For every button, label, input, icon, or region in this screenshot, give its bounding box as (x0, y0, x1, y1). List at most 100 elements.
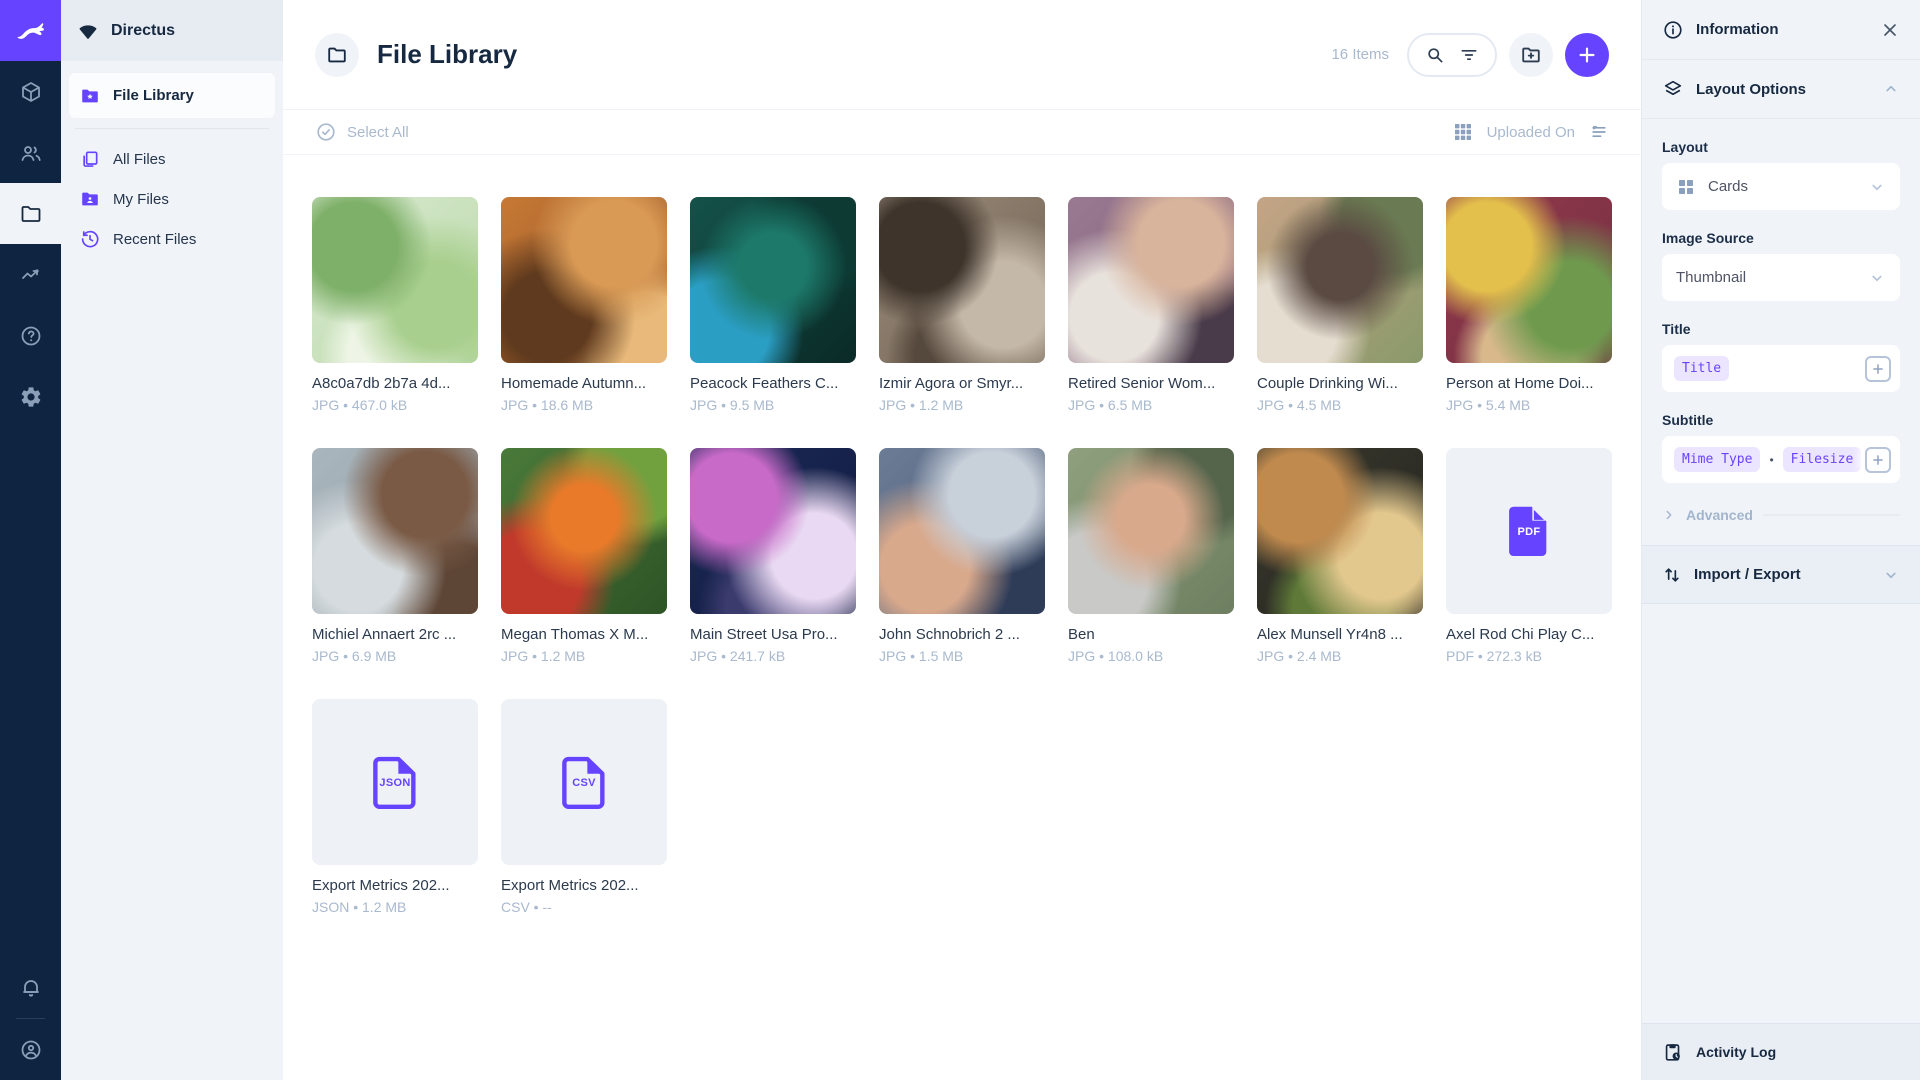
layout-select[interactable]: Cards (1662, 163, 1900, 210)
file-card[interactable]: JSONExport Metrics 202...JSON • 1.2 MB (312, 699, 478, 915)
file-card[interactable]: CSVExport Metrics 202...CSV • -- (501, 699, 667, 915)
main-content: File Library 16 Items (283, 0, 1641, 1080)
file-thumbnail[interactable]: PDF (1446, 448, 1612, 614)
file-meta: JPG • 4.5 MB (1257, 397, 1423, 413)
layout-options-title: Layout Options (1696, 81, 1806, 98)
file-card[interactable]: Alex Munsell Yr4n8 ...JPG • 2.4 MB (1257, 448, 1423, 664)
field-chip[interactable]: Filesize (1783, 447, 1862, 472)
field-chip[interactable]: Title (1674, 356, 1729, 381)
file-name: Izmir Agora or Smyr... (879, 373, 1045, 394)
file-card[interactable]: Person at Home Doi... JPG • 5.4 MB (1446, 197, 1612, 413)
file-thumbnail[interactable] (312, 197, 478, 363)
file-card[interactable]: Peacock Feathers C...JPG • 9.5 MB (690, 197, 856, 413)
module-users[interactable] (0, 122, 61, 183)
file-thumbnail[interactable] (879, 448, 1045, 614)
file-meta: JPG • 5.4 MB (1446, 397, 1612, 413)
field-chip[interactable]: Mime Type (1674, 447, 1760, 472)
file-card[interactable]: Izmir Agora or Smyr...JPG • 1.2 MB (879, 197, 1045, 413)
cards-view-icon[interactable] (1453, 122, 1473, 142)
new-folder-button[interactable] (1509, 33, 1553, 77)
module-rail (0, 0, 61, 1080)
check-circle-icon (315, 121, 337, 143)
subtitle-template-input[interactable]: Mime Type • Filesize (1662, 436, 1900, 483)
module-content[interactable] (0, 61, 61, 122)
file-meta: JPG • 9.5 MB (690, 397, 856, 413)
close-icon[interactable] (1880, 20, 1900, 40)
sidebar-item-label: All Files (113, 151, 166, 168)
add-file-button[interactable] (1565, 33, 1609, 77)
file-meta: JPG • 108.0 kB (1068, 648, 1234, 664)
rail-spacer (0, 427, 61, 957)
user-menu-button[interactable] (0, 1019, 61, 1080)
file-thumbnail[interactable] (1446, 197, 1612, 363)
search-input[interactable] (1407, 33, 1497, 77)
file-card[interactable]: Homemade Autumn...JPG • 18.6 MB (501, 197, 667, 413)
file-thumbnail[interactable] (1068, 448, 1234, 614)
file-card[interactable]: Michiel Annaert 2rc ...JPG • 6.9 MB (312, 448, 478, 664)
activity-log-button[interactable]: Activity Log (1642, 1023, 1920, 1080)
title-template-input[interactable]: Title (1662, 345, 1900, 392)
subtitle-field-label: Subtitle (1662, 412, 1900, 428)
file-name: Ben (1068, 624, 1234, 645)
file-grid-scroll[interactable]: A8c0a7db 2b7a 4d... JPG • 467.0 kB Homemad… (283, 155, 1641, 1080)
sort-field-label[interactable]: Uploaded On (1487, 124, 1575, 141)
module-insights[interactable] (0, 244, 61, 305)
file-card[interactable]: Couple Drinking Wi... JPG • 4.5 MB (1257, 197, 1423, 413)
file-thumbnail[interactable] (312, 448, 478, 614)
import-export-section-header[interactable]: Import / Export (1642, 545, 1920, 604)
advanced-toggle[interactable]: Advanced (1662, 507, 1900, 523)
filter-icon[interactable] (1459, 45, 1479, 65)
file-card[interactable]: Megan Thomas X M...JPG • 1.2 MB (501, 448, 667, 664)
rabbit-logo-icon (14, 14, 48, 48)
add-field-button[interactable] (1865, 356, 1891, 382)
file-thumbnail[interactable] (501, 448, 667, 614)
file-grid: A8c0a7db 2b7a 4d... JPG • 467.0 kB Homemad… (283, 155, 1641, 955)
sort-direction-icon[interactable] (1589, 122, 1609, 142)
directus-logo[interactable] (0, 0, 61, 61)
spacer (1662, 523, 1900, 545)
sidebar-item-file-library[interactable]: File Library (69, 73, 275, 118)
file-meta: JSON • 1.2 MB (312, 899, 478, 915)
import-export-title: Import / Export (1694, 566, 1801, 583)
advanced-divider (1763, 514, 1900, 516)
file-card[interactable]: A8c0a7db 2b7a 4d... JPG • 467.0 kB (312, 197, 478, 413)
file-thumbnail[interactable] (1257, 197, 1423, 363)
page-title-button[interactable] (315, 33, 359, 77)
history-icon (79, 228, 101, 250)
project-switcher[interactable]: Directus (61, 0, 283, 61)
file-card[interactable]: Ben JPG • 108.0 kB (1068, 448, 1234, 664)
module-help[interactable] (0, 305, 61, 366)
chevron-down-icon (1868, 269, 1886, 287)
settings-icon (19, 385, 43, 409)
file-thumbnail[interactable] (1068, 197, 1234, 363)
file-card[interactable]: Main Street Usa Pro...JPG • 241.7 kB (690, 448, 856, 664)
select-all-button[interactable]: Select All (315, 121, 409, 143)
add-field-button[interactable] (1865, 447, 1891, 473)
file-thumbnail[interactable]: CSV (501, 699, 667, 865)
file-name: Couple Drinking Wi... (1257, 373, 1423, 394)
layout-options-section-header[interactable]: Layout Options (1642, 60, 1920, 119)
file-thumbnail[interactable] (1257, 448, 1423, 614)
notifications-button[interactable] (0, 957, 61, 1018)
file-thumbnail[interactable]: JSON (312, 699, 478, 865)
file-thumbnail[interactable] (501, 197, 667, 363)
module-files[interactable] (0, 183, 61, 244)
module-settings[interactable] (0, 366, 61, 427)
sidebar-item-recent-files[interactable]: Recent Files (69, 219, 275, 259)
file-card[interactable]: Retired Senior Wom...JPG • 6.5 MB (1068, 197, 1234, 413)
file-meta: JPG • 467.0 kB (312, 397, 478, 413)
file-name: A8c0a7db 2b7a 4d... (312, 373, 478, 394)
import-export-arrows-icon (1662, 565, 1682, 585)
information-header: Information (1642, 0, 1920, 60)
file-type-document-icon: CSV (553, 751, 615, 813)
sidebar-item-all-files[interactable]: All Files (69, 139, 275, 179)
file-name: Person at Home Doi... (1446, 373, 1612, 394)
sidebar-item-my-files[interactable]: My Files (69, 179, 275, 219)
folder-person-icon (79, 188, 101, 210)
image-source-select[interactable]: Thumbnail (1662, 254, 1900, 301)
file-card[interactable]: John Schnobrich 2 ...JPG • 1.5 MB (879, 448, 1045, 664)
file-card[interactable]: PDFAxel Rod Chi Play C...PDF • 272.3 kB (1446, 448, 1612, 664)
file-thumbnail[interactable] (879, 197, 1045, 363)
file-thumbnail[interactable] (690, 448, 856, 614)
file-thumbnail[interactable] (690, 197, 856, 363)
